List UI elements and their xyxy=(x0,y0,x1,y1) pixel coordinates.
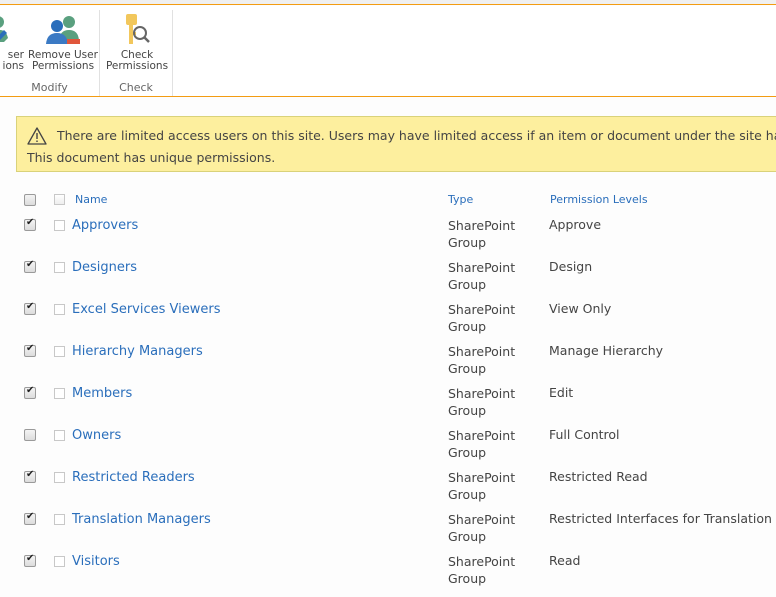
row-select-checkbox[interactable] xyxy=(24,511,36,525)
group-name-link[interactable]: Hierarchy Managers xyxy=(72,344,203,359)
row-select-checkbox[interactable] xyxy=(24,553,36,567)
group-name-link[interactable]: Translation Managers xyxy=(72,512,211,527)
row-item-checkbox[interactable] xyxy=(54,430,65,441)
check-permissions-label-2: Permissions xyxy=(105,60,169,72)
group-type: SharePoint Group xyxy=(448,344,516,376)
alert-message-line-1: There are limited access users on this s… xyxy=(57,128,776,143)
group-name-link[interactable]: Restricted Readers xyxy=(72,470,195,485)
group-type: SharePoint Group xyxy=(448,386,516,418)
row-select-checkbox[interactable] xyxy=(24,217,36,231)
table-row: Translation Managers SharePoint Group Rest… xyxy=(0,511,776,553)
permission-level: View Only xyxy=(549,301,612,316)
group-name-link[interactable]: Owners xyxy=(72,428,121,443)
row-item-checkbox[interactable] xyxy=(54,472,65,483)
row-select-checkbox[interactable] xyxy=(24,301,36,315)
row-item-checkbox[interactable] xyxy=(54,556,65,567)
permission-level: Edit xyxy=(549,385,574,400)
table-row: Members SharePoint Group Edit xyxy=(0,385,776,427)
top-bar xyxy=(0,0,776,5)
group-name-link[interactable]: Approvers xyxy=(72,218,138,233)
row-select-checkbox[interactable] xyxy=(24,429,36,441)
select-all-items-checkbox[interactable] xyxy=(54,194,65,205)
limited-access-alert: There are limited access users on this s… xyxy=(16,116,776,172)
ribbon-group-label-check: Check xyxy=(119,81,153,94)
table-row: Owners SharePoint Group Full Control xyxy=(0,427,776,469)
check-permissions-icon xyxy=(119,14,155,46)
row-item-checkbox[interactable] xyxy=(54,346,65,357)
permission-level: Manage Hierarchy xyxy=(549,343,664,358)
row-item-checkbox[interactable] xyxy=(54,220,65,231)
table-row: Visitors SharePoint Group Read xyxy=(0,553,776,595)
user-permissions-button[interactable]: ser ions xyxy=(0,14,24,72)
ribbon: ser ions Remove User Permissions Modify xyxy=(0,6,776,97)
row-item-checkbox[interactable] xyxy=(54,514,65,525)
alert-message-line-2: This document has unique permissions. xyxy=(27,150,276,165)
group-name-link[interactable]: Designers xyxy=(72,260,137,275)
row-select-checkbox[interactable] xyxy=(24,259,36,273)
row-select-checkbox[interactable] xyxy=(24,343,36,357)
user-permissions-edit-icon xyxy=(0,14,26,46)
permission-level: Approve xyxy=(549,217,602,232)
group-name-link[interactable]: Members xyxy=(72,386,132,401)
group-type: SharePoint Group xyxy=(448,512,516,544)
row-select-checkbox[interactable] xyxy=(24,385,36,399)
group-type: SharePoint Group xyxy=(448,302,516,334)
permission-level: Read xyxy=(549,553,581,568)
ribbon-group-label-modify: Modify xyxy=(31,81,68,94)
table-row: Hierarchy Managers SharePoint Group Manage… xyxy=(0,343,776,385)
table-row: Approvers SharePoint Group Approve xyxy=(0,217,776,259)
remove-user-permissions-label-2: Permissions xyxy=(31,60,95,72)
check-permissions-button[interactable]: Check Permissions xyxy=(103,14,171,72)
permission-level: Full Control xyxy=(549,427,620,442)
remove-user-permissions-icon xyxy=(45,14,81,46)
table-row: Restricted Readers SharePoint Group Restri… xyxy=(0,469,776,511)
table-row: Designers SharePoint Group Design xyxy=(0,259,776,301)
permission-level: Restricted Read xyxy=(549,469,648,484)
warning-icon xyxy=(27,127,47,145)
group-name-link[interactable]: Excel Services Viewers xyxy=(72,302,220,317)
row-item-checkbox[interactable] xyxy=(54,304,65,315)
user-permissions-label-2: ions xyxy=(2,60,24,72)
group-type: SharePoint Group xyxy=(448,218,516,250)
group-type: SharePoint Group xyxy=(448,470,516,502)
row-item-checkbox[interactable] xyxy=(54,262,65,273)
group-type: SharePoint Group xyxy=(448,554,516,586)
group-type: SharePoint Group xyxy=(448,260,516,292)
permission-level: Design xyxy=(549,259,593,274)
ribbon-group-check: Check Permissions Check xyxy=(100,10,173,96)
column-header-name[interactable]: Name xyxy=(75,193,107,206)
column-header-type[interactable]: Type xyxy=(448,193,473,206)
row-select-checkbox[interactable] xyxy=(24,469,36,483)
select-all-checkbox[interactable] xyxy=(24,194,36,206)
group-name-link[interactable]: Visitors xyxy=(72,554,120,569)
row-item-checkbox[interactable] xyxy=(54,388,65,399)
remove-user-permissions-button[interactable]: Remove User Permissions xyxy=(25,14,101,72)
group-type: SharePoint Group xyxy=(448,428,516,460)
table-row: Excel Services Viewers SharePoint Group Vi… xyxy=(0,301,776,343)
permission-level: Restricted Interfaces for Translation xyxy=(549,511,772,526)
column-header-permission-levels[interactable]: Permission Levels xyxy=(550,193,648,206)
ribbon-group-modify: ser ions Remove User Permissions Modify xyxy=(0,10,100,96)
